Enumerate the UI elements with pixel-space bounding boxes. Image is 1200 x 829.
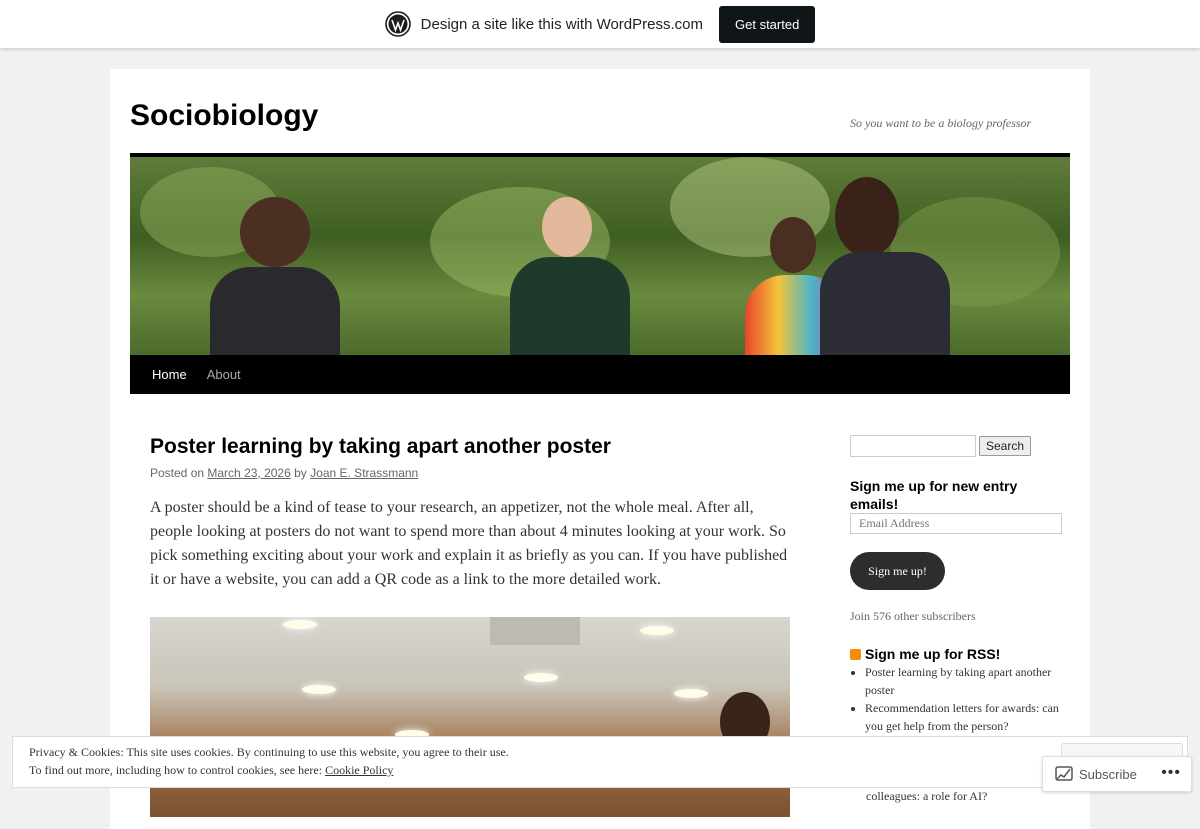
search-input[interactable] [850, 435, 976, 457]
rss-icon [850, 648, 861, 660]
cookie-text-2: To find out more, including how to contr… [29, 763, 393, 778]
by-label: by [294, 466, 307, 480]
subscribe-widget: Subscribe ••• [1042, 756, 1192, 792]
cookie-banner: Privacy & Cookies: This site uses cookie… [12, 736, 1188, 788]
subscriber-count: Join 576 other subscribers [850, 609, 976, 623]
rss-list: Poster learning by taking apart another … [850, 663, 1065, 735]
post-body: A poster should be a kind of tease to yo… [150, 499, 788, 588]
posted-on-label: Posted on [150, 466, 205, 480]
cookie-policy-link[interactable]: Cookie Policy [325, 763, 393, 777]
partial-rss-item[interactable]: colleagues: a role for AI? [866, 789, 987, 804]
cookie-text: Privacy & Cookies: This site uses cookie… [29, 745, 509, 759]
author-link[interactable]: Joan E. Strassmann [310, 466, 418, 480]
post-title[interactable]: Poster learning by taking apart another … [150, 435, 611, 459]
main-nav: Home About [130, 355, 1070, 394]
subscribe-button[interactable]: Subscribe [1079, 767, 1137, 782]
email-signup-heading: Sign me up for new entry emails! [850, 478, 1018, 512]
list-item[interactable]: Recommendation letters for awards: can y… [865, 699, 1065, 735]
list-item[interactable]: Poster learning by taking apart another … [865, 663, 1065, 699]
wordpress-logo-icon[interactable] [384, 11, 411, 37]
get-started-button[interactable]: Get started [719, 5, 816, 43]
more-icon[interactable]: ••• [1161, 764, 1181, 782]
email-field[interactable] [850, 513, 1062, 534]
promo-text: Design a site like this with WordPress.c… [420, 15, 703, 33]
nav-item-about[interactable]: About [197, 355, 251, 394]
cookie-text-prefix: To find out more, including how to contr… [29, 763, 323, 777]
subscribe-icon [1055, 766, 1073, 781]
post-date-link[interactable]: March 23, 2026 [207, 466, 290, 480]
wordpress-promo-bar: Design a site like this with WordPress.c… [0, 0, 1200, 48]
sign-me-up-button[interactable]: Sign me up! [850, 552, 945, 590]
search-button[interactable]: Search [979, 436, 1032, 456]
nav-item-home[interactable]: Home [142, 355, 197, 394]
site-description: So you want to be a biology professor [850, 116, 1032, 130]
header-image [130, 153, 1070, 355]
rss-heading-label: Sign me up for RSS! [865, 646, 1001, 662]
site-title[interactable]: Sociobiology [130, 99, 318, 133]
page-wrapper: Sociobiology So you want to be a biology… [110, 69, 1090, 829]
rss-heading[interactable]: Sign me up for RSS! [850, 645, 1000, 663]
post-meta: Posted on March 23, 2026 by Joan E. Stra… [150, 466, 418, 480]
